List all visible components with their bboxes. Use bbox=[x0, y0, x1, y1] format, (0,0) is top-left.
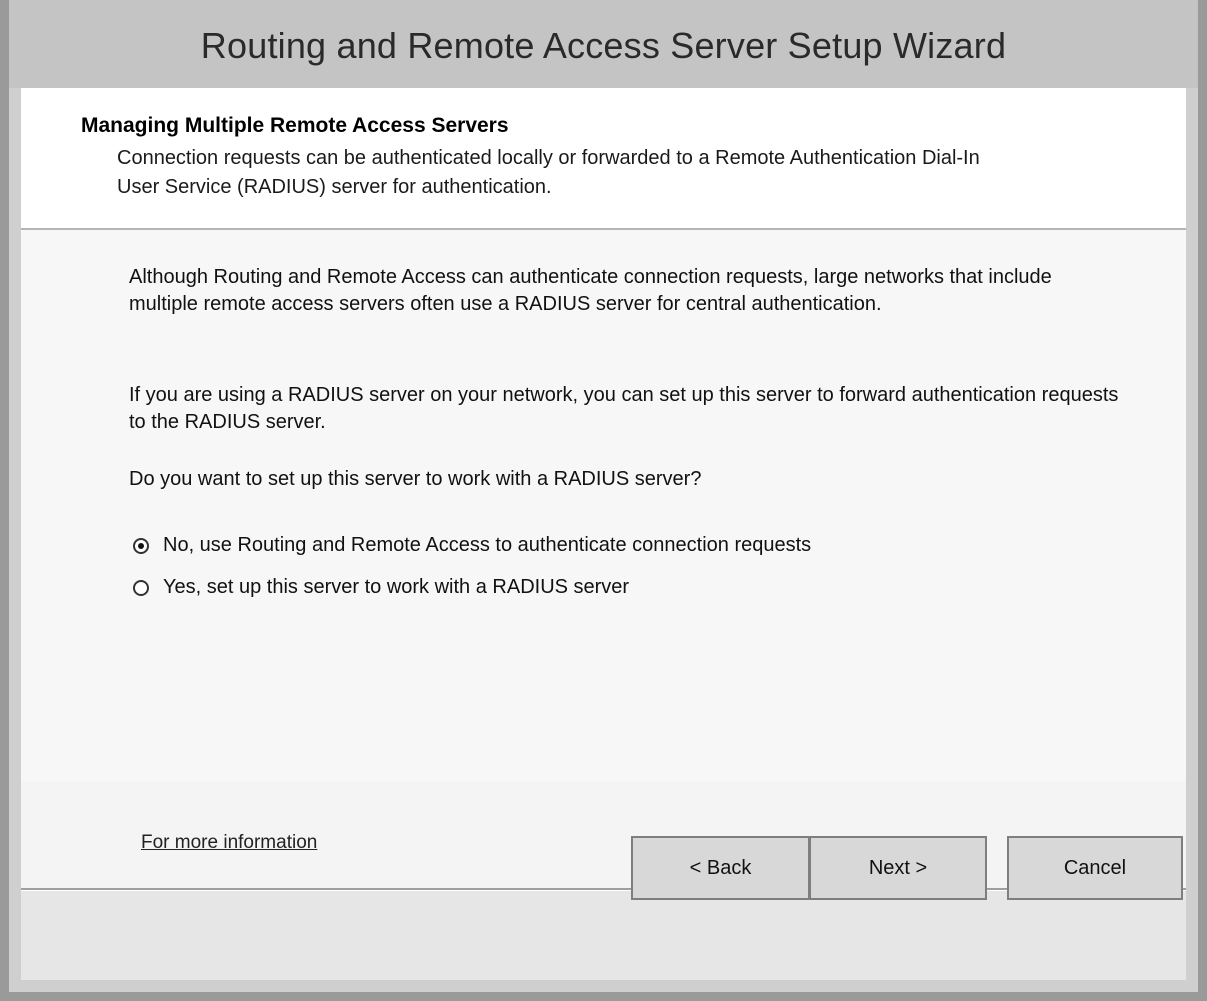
info-paragraph-radius: Although Routing and Remote Access can a… bbox=[129, 266, 1052, 315]
back-button[interactable]: < Back bbox=[631, 836, 809, 900]
wizard-window: Routing and Remote Access Server Setup W… bbox=[0, 0, 1207, 1001]
wizard-body: Although Routing and Remote Access can a… bbox=[21, 230, 1186, 782]
more-information-link[interactable]: For more information bbox=[141, 832, 317, 854]
radio-button-checked[interactable] bbox=[133, 537, 149, 554]
radio-label-yes: Yes, set up this server to work with a R… bbox=[163, 576, 630, 598]
page-description: Connection requests can be authenticated… bbox=[117, 147, 980, 198]
question-text: Do you want to set up this server to wor… bbox=[129, 468, 702, 490]
window-title: Routing and Remote Access Server Setup W… bbox=[200, 25, 1007, 66]
radio-option-yes[interactable]: Yes, set up this server to work with a R… bbox=[133, 576, 629, 599]
title-bar[interactable]: Routing and Remote Access Server Setup W… bbox=[9, 0, 1198, 88]
next-button[interactable]: Next > bbox=[809, 836, 987, 900]
radio-label-no: No, use Routing and Remote Access to aut… bbox=[163, 534, 812, 556]
wizard-footer bbox=[21, 891, 1186, 980]
radio-option-no[interactable]: No, use Routing and Remote Access to aut… bbox=[133, 534, 811, 557]
info-paragraph-forward: If you are using a RADIUS server on your… bbox=[129, 384, 1119, 433]
radio-button-unchecked[interactable] bbox=[133, 579, 149, 596]
wizard-client-area: Managing Multiple Remote Access Servers … bbox=[21, 88, 1186, 980]
page-title: Managing Multiple Remote Access Servers bbox=[81, 114, 509, 137]
cancel-button[interactable]: Cancel bbox=[1007, 836, 1183, 900]
wizard-header: Managing Multiple Remote Access Servers … bbox=[21, 88, 1186, 230]
